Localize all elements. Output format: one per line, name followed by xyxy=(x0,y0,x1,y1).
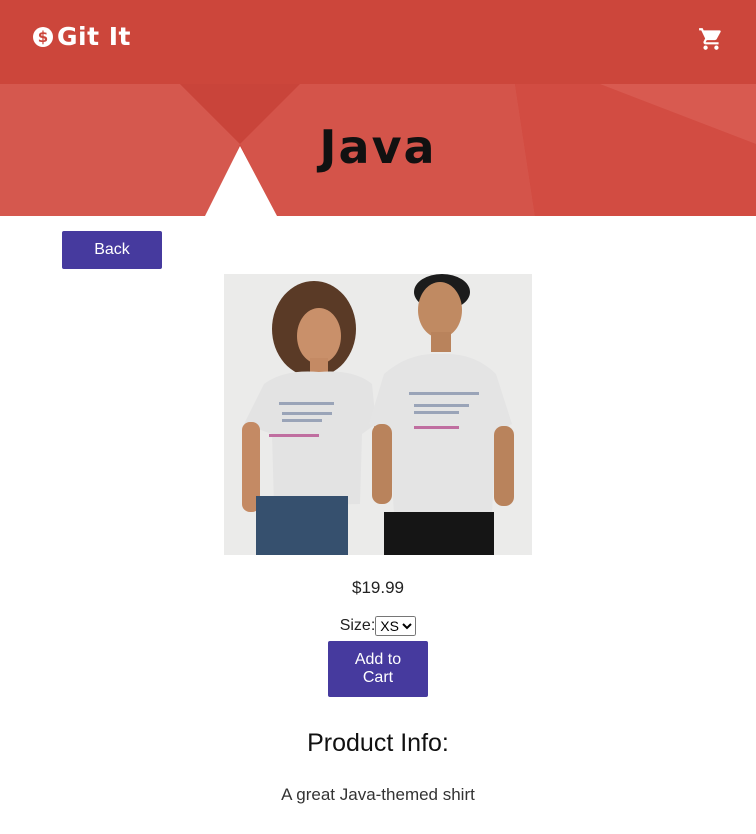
product-price: $19.99 xyxy=(352,578,404,597)
brand-logo-link[interactable]: $ Git It xyxy=(33,22,131,51)
brand-name: Git It xyxy=(57,22,131,51)
shopping-cart-button[interactable] xyxy=(698,26,724,52)
navbar: $ Git It xyxy=(0,0,756,84)
size-row: Size: XS xyxy=(0,616,756,636)
hero-banner: Java xyxy=(0,84,756,216)
shopping-cart-icon xyxy=(699,28,721,50)
page-title: Java xyxy=(319,120,437,174)
dollar-icon: $ xyxy=(33,26,53,47)
product-photo xyxy=(224,274,532,555)
product-description: A great Java-themed shirt xyxy=(281,785,475,804)
add-to-cart-button[interactable]: Add to Cart xyxy=(328,641,428,697)
size-label: Size: xyxy=(339,617,376,635)
product-image xyxy=(224,274,532,555)
size-select[interactable]: XS xyxy=(375,616,417,636)
product-info-heading: Product Info: xyxy=(307,729,449,757)
back-button[interactable]: Back xyxy=(62,231,162,269)
